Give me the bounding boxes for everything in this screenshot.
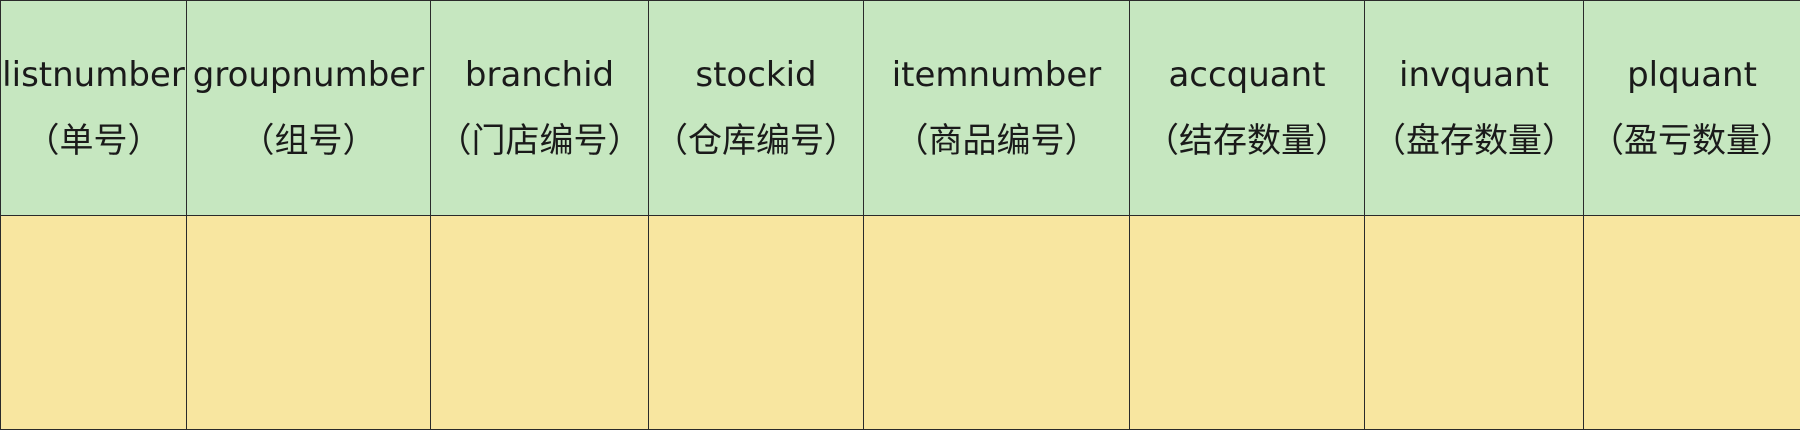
column-header-stockid: stockid （仓库编号） — [648, 0, 864, 216]
schema-table: listnumber （单号） groupnumber （组号） branchi… — [0, 0, 1800, 430]
table-cell-itemnumber[interactable] — [863, 214, 1130, 430]
table-cell-branchid[interactable] — [430, 214, 649, 430]
column-header-listnumber: listnumber （单号） — [0, 0, 187, 216]
table-row — [0, 214, 1800, 430]
column-header-accquant: accquant （结存数量） — [1129, 0, 1365, 216]
column-header-branchid: branchid （门店编号） — [430, 0, 649, 216]
column-name: groupnumber — [192, 54, 425, 95]
column-description: （仓库编号） — [654, 120, 858, 161]
column-description: （商品编号） — [894, 120, 1099, 161]
table-cell-listnumber[interactable] — [0, 214, 187, 430]
column-header-itemnumber: itemnumber （商品编号） — [863, 0, 1130, 216]
column-name: plquant — [1627, 54, 1757, 95]
header-row: listnumber （单号） groupnumber （组号） branchi… — [0, 0, 1800, 216]
table-cell-plquant[interactable] — [1583, 214, 1800, 430]
table-cell-groupnumber[interactable] — [186, 214, 431, 430]
column-description: （单号） — [25, 120, 162, 161]
column-name: stockid — [695, 54, 817, 95]
table-cell-stockid[interactable] — [648, 214, 864, 430]
column-name: itemnumber — [891, 54, 1102, 95]
column-description: （门店编号） — [437, 120, 642, 161]
column-name: invquant — [1399, 54, 1549, 95]
column-description: （结存数量） — [1145, 120, 1349, 161]
column-description: （盘存数量） — [1372, 120, 1576, 161]
column-description: （盈亏数量） — [1590, 120, 1794, 161]
column-name: accquant — [1168, 54, 1326, 95]
column-header-invquant: invquant （盘存数量） — [1364, 0, 1584, 216]
column-header-groupnumber: groupnumber （组号） — [186, 0, 431, 216]
schema-table-container: listnumber （单号） groupnumber （组号） branchi… — [0, 0, 1800, 430]
table-cell-invquant[interactable] — [1364, 214, 1584, 430]
column-description: （组号） — [240, 120, 377, 161]
table-cell-accquant[interactable] — [1129, 214, 1365, 430]
column-name: listnumber — [2, 54, 185, 95]
column-header-plquant: plquant （盈亏数量） — [1583, 0, 1800, 216]
column-name: branchid — [464, 54, 615, 95]
